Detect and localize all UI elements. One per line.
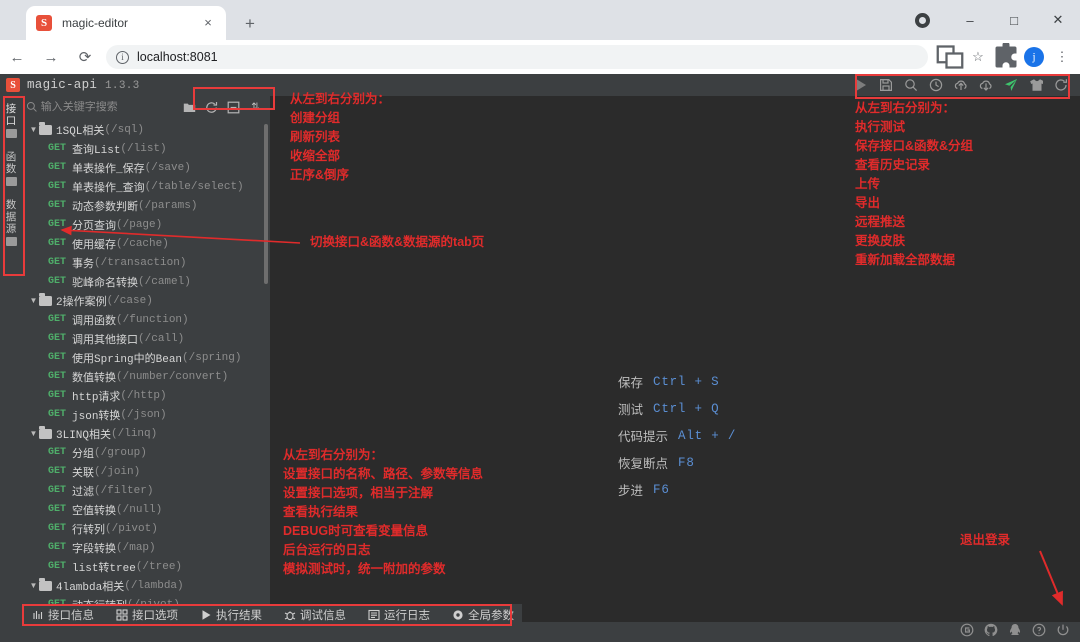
annotation-arrows	[0, 0, 1080, 642]
app-root: S magic-editor × + – □ ✕ ← → ⟳ i localho…	[0, 0, 1080, 642]
